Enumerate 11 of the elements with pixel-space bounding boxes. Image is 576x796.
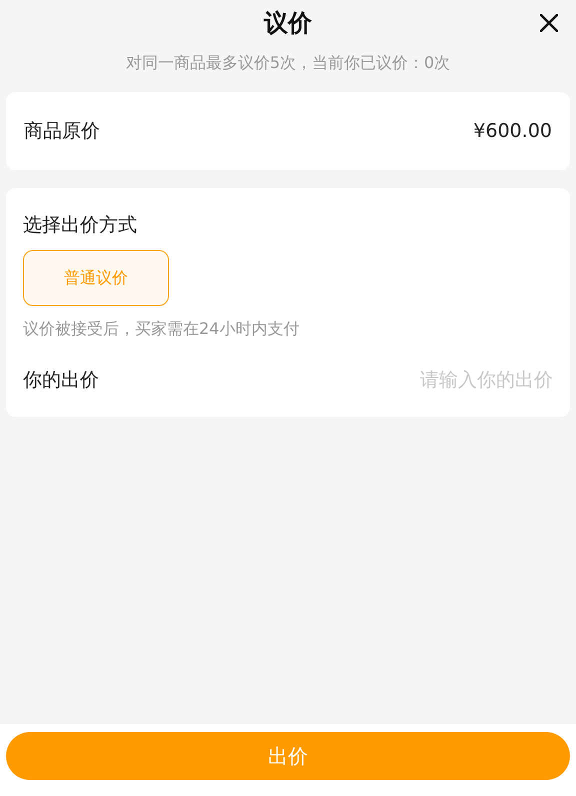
submit-offer-button[interactable]: 出价	[6, 732, 570, 780]
offer-limit-text: 对同一商品最多议价5次，当前你已议价：0次	[126, 52, 450, 74]
your-offer-label: 你的出价	[23, 368, 99, 393]
payment-note: 议价被接受后，买家需在24小时内支付	[23, 318, 300, 340]
close-button[interactable]	[538, 12, 560, 34]
original-price-label: 商品原价	[24, 118, 100, 144]
dialog-title: 议价	[264, 8, 312, 39]
original-price-value: ¥600.00	[473, 118, 552, 144]
offer-method-option[interactable]: 普通议价	[23, 250, 169, 306]
offer-method-label: 选择出价方式	[23, 213, 138, 238]
close-icon	[540, 14, 558, 32]
